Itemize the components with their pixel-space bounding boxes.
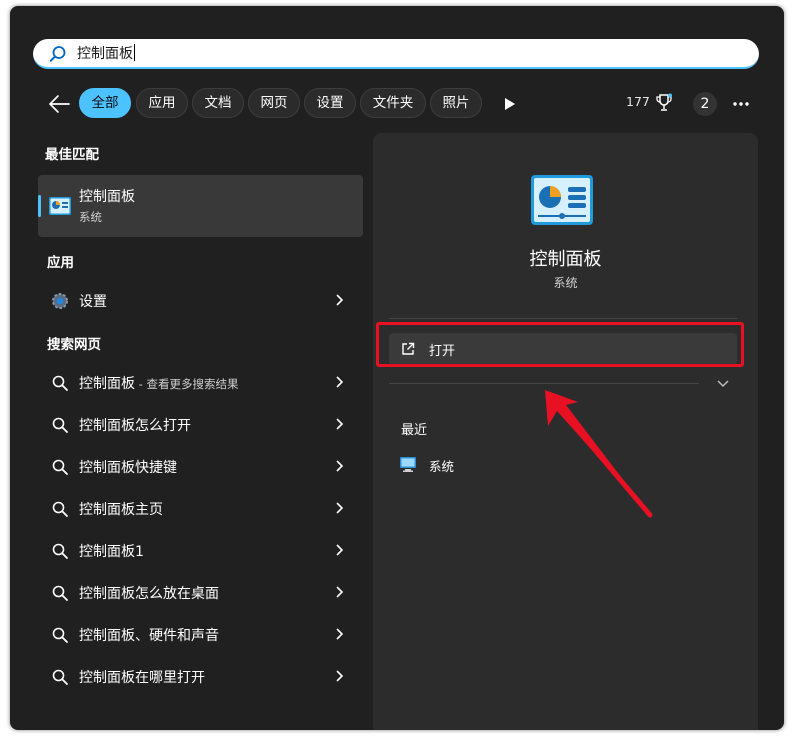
web-result-item[interactable]: 控制面板怎么打开 [38, 406, 363, 442]
filter-settings[interactable]: 设置 [304, 88, 356, 118]
search-icon [52, 501, 68, 517]
filter-folders[interactable]: 文件夹 [360, 88, 426, 118]
preview-title: 控制面板 [529, 249, 602, 270]
web-result-label: 控制面板快捷键 [79, 460, 177, 476]
web-result-item[interactable]: 控制面板怎么放在桌面 [38, 574, 363, 610]
notification-badge[interactable]: 2 [693, 92, 717, 116]
chevron-right-icon[interactable] [335, 376, 343, 388]
search-icon [52, 375, 68, 391]
apps-heading: 应用 [47, 255, 74, 271]
web-result-label: 控制面板在哪里打开 [79, 670, 205, 686]
more-icon[interactable] [732, 101, 750, 107]
chevron-right-icon[interactable] [335, 460, 343, 472]
system-icon [400, 457, 416, 472]
best-match-subtitle: 系统 [79, 210, 102, 224]
chevron-right-icon[interactable] [335, 544, 343, 556]
control-panel-icon [49, 197, 71, 215]
control-panel-icon [531, 175, 593, 225]
chevron-right-icon[interactable] [335, 418, 343, 430]
web-result-label: 控制面板1 [79, 544, 144, 560]
search-icon [52, 417, 68, 433]
web-search-heading: 搜索网页 [47, 337, 101, 353]
search-input[interactable]: 控制面板 [77, 44, 135, 64]
filter-documents[interactable]: 文档 [192, 88, 244, 118]
trophy-icon[interactable] [655, 93, 673, 113]
search-icon [52, 585, 68, 601]
chevron-right-icon[interactable] [335, 294, 343, 306]
filter-apps[interactable]: 应用 [136, 88, 188, 118]
search-icon [52, 459, 68, 475]
search-value: 控制面板 [77, 46, 133, 62]
web-result-suffix: - 查看更多搜索结果 [135, 377, 239, 391]
recent-heading: 最近 [401, 423, 428, 438]
app-item-label: 设置 [79, 294, 107, 310]
web-result-item[interactable]: 控制面板 - 查看更多搜索结果 [38, 364, 363, 400]
start-search-window: 控制面板 全部 应用 文档 网页 设置 文件夹 照片 177 2 最佳匹配 控制… [10, 6, 784, 730]
recent-item[interactable]: 系统 [399, 453, 599, 477]
web-result-item[interactable]: 控制面板快捷键 [38, 448, 363, 484]
search-icon [49, 46, 66, 62]
chevron-right-icon[interactable] [335, 670, 343, 682]
selection-indicator [38, 195, 41, 217]
divider [389, 383, 699, 384]
web-result-label: 控制面板怎么放在桌面 [79, 586, 219, 602]
search-icon [52, 669, 68, 685]
web-result-item[interactable]: 控制面板主页 [38, 490, 363, 526]
preview-panel: 控制面板 系统 打开 最近 系统 [373, 133, 758, 730]
filter-bar: 全部 应用 文档 网页 设置 文件夹 照片 177 2 [10, 88, 784, 120]
preview-subtitle: 系统 [553, 276, 578, 290]
best-match-item[interactable]: 控制面板 系统 [38, 175, 363, 237]
web-result-label: 控制面板主页 [79, 502, 163, 518]
best-match-title: 控制面板 [79, 189, 135, 205]
web-result-item[interactable]: 控制面板1 [38, 532, 363, 568]
highlight-box [376, 322, 744, 367]
web-result-label: 控制面板 [79, 376, 135, 392]
text-caret [134, 44, 135, 61]
best-match-heading: 最佳匹配 [45, 147, 99, 163]
search-box[interactable]: 控制面板 [33, 39, 759, 69]
divider [389, 318, 737, 319]
app-item-settings[interactable]: 设置 [38, 282, 363, 318]
filter-all[interactable]: 全部 [79, 88, 131, 118]
chevron-right-icon[interactable] [335, 502, 343, 514]
filter-photos[interactable]: 照片 [430, 88, 482, 118]
search-icon [52, 627, 68, 643]
chevron-right-icon[interactable] [335, 586, 343, 598]
web-result-label: 控制面板、硬件和声音 [79, 628, 219, 644]
web-result-item[interactable]: 控制面板在哪里打开 [38, 658, 363, 694]
chevron-down-icon[interactable] [717, 380, 729, 388]
web-result-label: 控制面板怎么打开 [79, 418, 191, 434]
rewards-points: 177 [626, 94, 650, 109]
chevron-right-icon[interactable] [335, 628, 343, 640]
gear-icon [52, 293, 68, 309]
recent-item-label: 系统 [429, 459, 455, 474]
filter-web[interactable]: 网页 [248, 88, 300, 118]
search-icon [52, 543, 68, 559]
back-arrow-icon[interactable] [48, 94, 70, 114]
play-icon[interactable] [504, 97, 516, 111]
web-result-item[interactable]: 控制面板、硬件和声音 [38, 616, 363, 652]
